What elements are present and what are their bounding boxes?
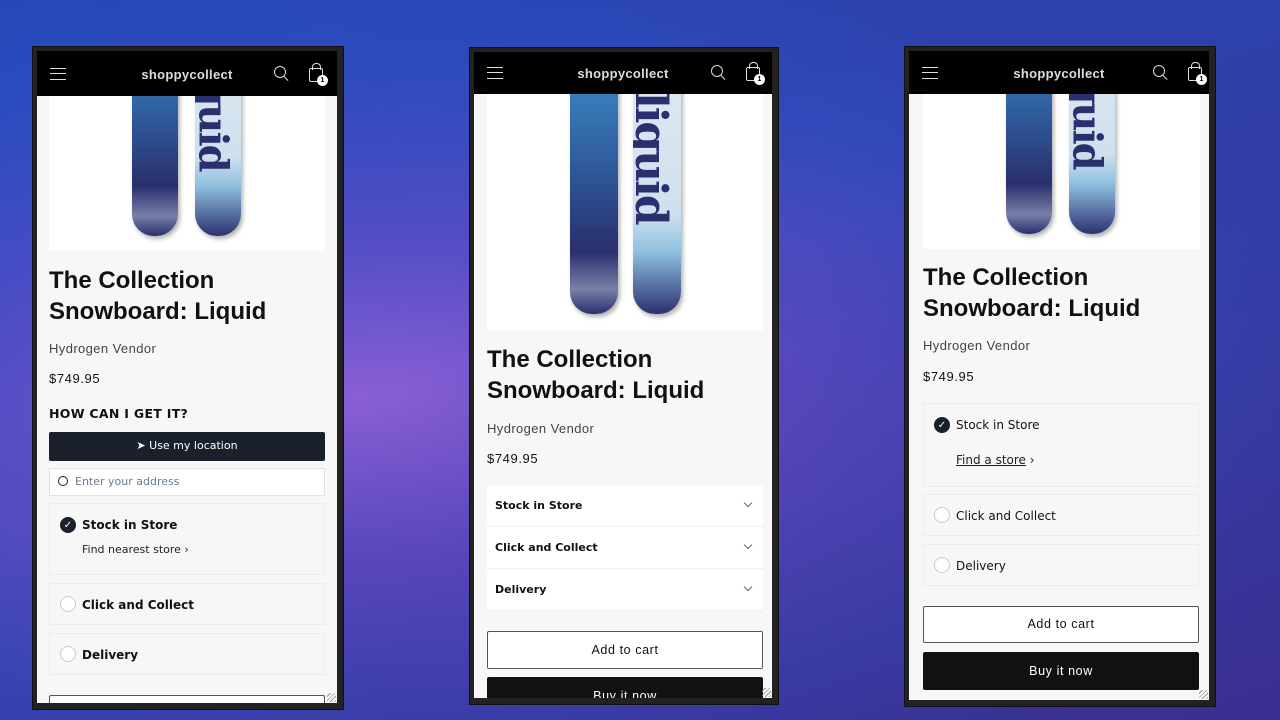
- phone-preview-1: shoppycollect 1 liquid The Collection Sn…: [32, 46, 344, 710]
- option-label: Stock in Store: [82, 518, 178, 532]
- product-vendor: Hydrogen Vendor: [923, 338, 1031, 353]
- logo[interactable]: shoppycollect: [37, 67, 337, 82]
- check-icon: ✓: [934, 417, 950, 433]
- product-title: The Collection Snowboard: Liquid: [487, 346, 705, 404]
- use-location-button[interactable]: ➤ Use my location: [49, 432, 325, 461]
- buy-now-button[interactable]: Buy it now: [923, 652, 1199, 690]
- product-price: $749.95: [49, 371, 101, 386]
- accordion-delivery[interactable]: Delivery: [487, 569, 763, 611]
- cart-count: 1: [1196, 74, 1207, 85]
- option-label: Stock in Store: [956, 418, 1040, 432]
- option-label: Delivery: [956, 559, 1006, 573]
- phone-preview-2: shoppycollect 1 liquid The Collection Sn…: [469, 47, 779, 705]
- search-icon[interactable]: [1153, 65, 1165, 77]
- navigation-arrow-icon: ➤: [136, 439, 150, 452]
- resize-handle[interactable]: [1199, 690, 1208, 699]
- product-price: $749.95: [923, 369, 975, 384]
- header: shoppycollect 1: [474, 52, 772, 94]
- option-label: Click and Collect: [956, 509, 1056, 523]
- product-vendor: Hydrogen Vendor: [49, 341, 157, 356]
- cart-count: 1: [754, 74, 765, 85]
- check-icon: ✓: [60, 517, 76, 533]
- option-delivery[interactable]: Delivery: [923, 544, 1199, 586]
- snowboard-front: [570, 94, 618, 314]
- header: shoppycollect 1: [909, 51, 1209, 94]
- screen: shoppycollect 1 liquid The Collection Sn…: [37, 51, 337, 703]
- option-stock-in-store[interactable]: ✓ Stock in Store Find nearest store ›: [49, 503, 325, 575]
- cart-count: 1: [317, 75, 328, 86]
- logo[interactable]: shoppycollect: [474, 66, 772, 81]
- option-click-and-collect[interactable]: Click and Collect: [923, 494, 1199, 536]
- cart-icon[interactable]: 1: [1188, 62, 1207, 85]
- product-title: The Collection Snowboard: Liquid: [923, 264, 1141, 322]
- radio-icon: [60, 596, 76, 612]
- chevron-down-icon: [743, 582, 753, 592]
- option-label: Click and Collect: [82, 598, 194, 612]
- radio-icon: [934, 507, 950, 523]
- snowboard-front: [1006, 94, 1052, 234]
- snowboard-back: liquid: [1069, 94, 1115, 234]
- screen: shoppycollect 1 liquid The Collection Sn…: [474, 52, 772, 698]
- product-image: liquid: [49, 96, 325, 251]
- chevron-down-icon: [743, 540, 753, 550]
- buy-now-button[interactable]: Buy it now: [487, 677, 763, 698]
- cart-icon[interactable]: 1: [746, 62, 765, 85]
- resize-handle[interactable]: [762, 688, 771, 697]
- add-to-cart-button[interactable]: Add to cart: [923, 606, 1199, 643]
- product-image: liquid: [487, 94, 763, 331]
- search-icon: [58, 476, 68, 486]
- resize-handle[interactable]: [327, 693, 336, 702]
- screen: shoppycollect 1 liquid The Collection Sn…: [909, 51, 1209, 700]
- snowboard-back: liquid: [195, 96, 241, 236]
- option-label: Delivery: [82, 648, 139, 662]
- accordion-stock-in-store[interactable]: Stock in Store: [487, 485, 763, 527]
- fulfillment-heading: HOW CAN I GET IT?: [49, 406, 189, 421]
- add-to-cart-button[interactable]: Add to cart: [487, 631, 763, 669]
- add-to-cart-button[interactable]: [49, 695, 325, 703]
- product-image: liquid: [923, 94, 1200, 249]
- radio-icon: [934, 557, 950, 573]
- option-click-and-collect[interactable]: Click and Collect: [49, 583, 325, 625]
- product-vendor: Hydrogen Vendor: [487, 421, 595, 436]
- phone-preview-3: shoppycollect 1 liquid The Collection Sn…: [904, 46, 1216, 707]
- find-a-store-link[interactable]: Find a store ›: [956, 453, 1035, 467]
- product-title: The Collection Snowboard: Liquid: [49, 267, 267, 325]
- chevron-down-icon: [743, 498, 753, 508]
- address-input[interactable]: Enter your address: [49, 468, 325, 496]
- header: shoppycollect 1: [37, 51, 337, 96]
- product-price: $749.95: [487, 451, 539, 466]
- search-icon[interactable]: [274, 66, 286, 78]
- option-stock-in-store[interactable]: ✓ Stock in Store Find a store ›: [923, 403, 1199, 487]
- accordion-click-and-collect[interactable]: Click and Collect: [487, 527, 763, 569]
- option-delivery[interactable]: Delivery: [49, 633, 325, 675]
- snowboard-front: [132, 96, 178, 236]
- snowboard-back: liquid: [633, 94, 681, 314]
- search-icon[interactable]: [711, 65, 723, 77]
- cart-icon[interactable]: 1: [309, 63, 328, 86]
- find-nearest-store-link[interactable]: Find nearest store ›: [82, 543, 189, 556]
- radio-icon: [60, 646, 76, 662]
